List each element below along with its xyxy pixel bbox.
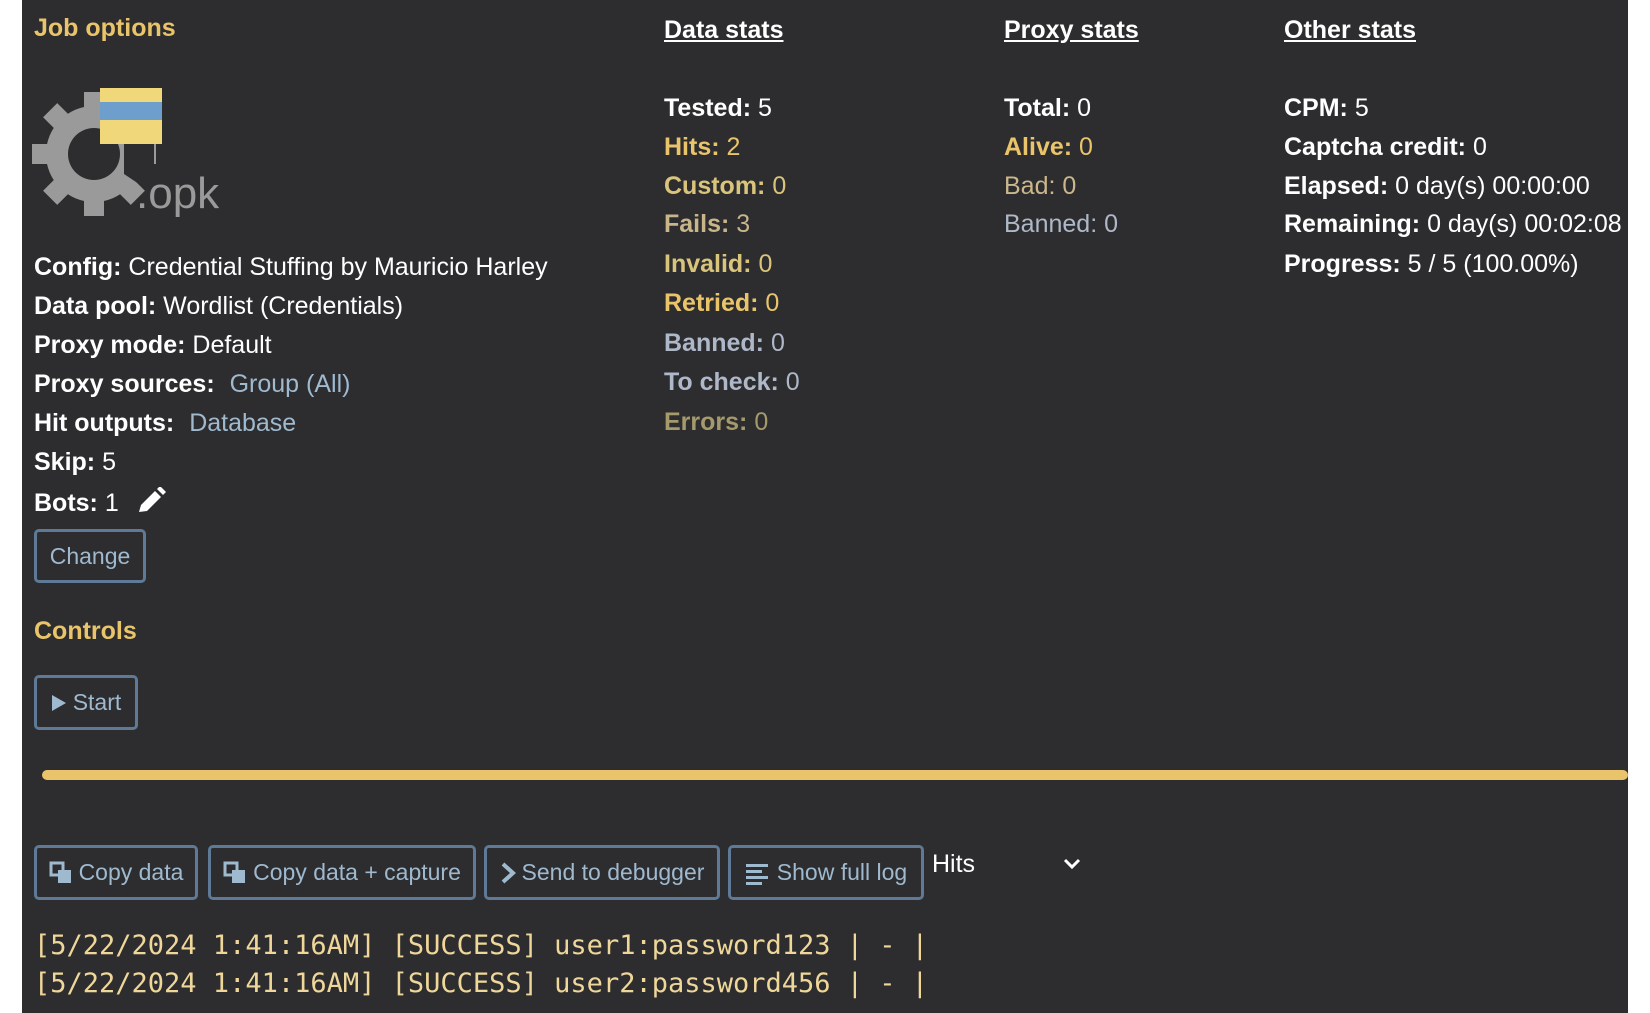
pencil-icon[interactable] [136, 486, 166, 515]
skip-value: 5 [102, 448, 116, 476]
stat-invalid: Invalid: 0 [664, 250, 773, 278]
progress-bar [42, 770, 1628, 780]
copy-icon [223, 861, 246, 883]
bots-value: 1 [104, 489, 119, 517]
other-progress: Progress: 5 / 5 (100.00%) [1284, 250, 1579, 278]
config-value: Credential Stuffing by Mauricio Harley [128, 253, 548, 281]
chevron-down-icon [1063, 858, 1081, 870]
proxy-alive: Alive: 0 [1004, 133, 1093, 161]
copy-icon [49, 861, 71, 883]
chevron-right-icon [501, 862, 516, 883]
data-pool-row: Data pool: Wordlist (Credentials) [34, 292, 403, 321]
change-button[interactable]: Change [34, 529, 146, 583]
config-row: Config: Credential Stuffing by Mauricio … [34, 253, 548, 282]
log-line: [5/22/2024 1:41:16AM] [SUCCESS] user1:pa… [34, 930, 929, 961]
proxy-bad: Bad: 0 [1004, 172, 1077, 200]
other-elapsed: Elapsed: 0 day(s) 00:00:00 [1284, 172, 1590, 200]
stat-tested: Tested: 5 [664, 94, 772, 122]
change-label: Change [49, 542, 131, 569]
data-pool-label: Data pool: [34, 292, 157, 320]
hit-outputs-link[interactable]: Database [189, 409, 296, 437]
bots-row: Bots: 1 [34, 486, 166, 518]
stat-retried: Retried: 0 [664, 289, 780, 317]
job-panel: Job options .opk Config: Credential Stuf… [22, 0, 1628, 1013]
play-icon [51, 694, 66, 711]
data-pool-value: Wordlist (Credentials) [163, 292, 404, 320]
other-cpm: CPM: 5 [1284, 94, 1369, 122]
proxy-sources-label: Proxy sources: [34, 370, 215, 398]
bots-label: Bots: [34, 489, 98, 517]
list-lines-icon [745, 863, 768, 885]
proxy-mode-row: Proxy mode: Default [34, 331, 272, 360]
logo-text: .opk [136, 169, 220, 218]
log-line: [5/22/2024 1:41:16AM] [SUCCESS] user2:pa… [34, 968, 929, 999]
stat-fails: Fails: 3 [664, 210, 751, 238]
skip-row: Skip: 5 [34, 448, 116, 477]
proxy-sources-row: Proxy sources: Group (All) [34, 370, 350, 399]
send-to-debugger-label: Send to debugger [521, 859, 705, 885]
proxy-mode-value: Default [192, 331, 272, 359]
config-label: Config: [34, 253, 122, 281]
log-filter-value: Hits [932, 849, 976, 878]
send-to-debugger-button[interactable]: Send to debugger [484, 845, 720, 900]
stat-hits: Hits: 2 [664, 133, 741, 161]
copy-data-capture-label: Copy data + capture [253, 859, 461, 885]
stat-to-check: To check: 0 [664, 368, 800, 396]
gear-logo-icon: .opk [32, 88, 220, 218]
hit-outputs-label: Hit outputs: [34, 409, 175, 437]
stat-errors: Errors: 0 [664, 408, 769, 436]
start-label: Start [72, 689, 122, 715]
data-stats-title: Data stats [664, 16, 784, 44]
copy-data-label: Copy data [78, 859, 184, 885]
controls-title: Controls [34, 617, 137, 645]
other-remaining: Remaining: 0 day(s) 00:02:08 [1284, 210, 1622, 238]
log-filter-select[interactable]: Hits [932, 842, 1082, 886]
proxy-banned: Banned: 0 [1004, 210, 1118, 238]
stat-banned: Banned: 0 [664, 329, 785, 357]
job-options-title: Job options [34, 14, 176, 42]
proxy-sources-link[interactable]: Group (All) [230, 370, 351, 398]
show-full-log-button[interactable]: Show full log [728, 845, 924, 900]
logo: .opk [32, 88, 222, 223]
stat-custom: Custom: 0 [664, 172, 787, 200]
copy-data-capture-button[interactable]: Copy data + capture [208, 845, 476, 900]
proxy-mode-label: Proxy mode: [34, 331, 186, 359]
copy-data-button[interactable]: Copy data [34, 845, 198, 900]
start-button[interactable]: Start [34, 675, 138, 730]
hit-outputs-row: Hit outputs: Database [34, 409, 296, 438]
show-full-log-label: Show full log [776, 859, 908, 885]
proxy-stats-title: Proxy stats [1004, 16, 1139, 44]
other-stats-title: Other stats [1284, 16, 1416, 44]
skip-label: Skip: [34, 448, 96, 476]
progress-fill [42, 770, 1628, 780]
proxy-total: Total: 0 [1004, 94, 1092, 122]
other-captcha-credit: Captcha credit: 0 [1284, 133, 1487, 161]
